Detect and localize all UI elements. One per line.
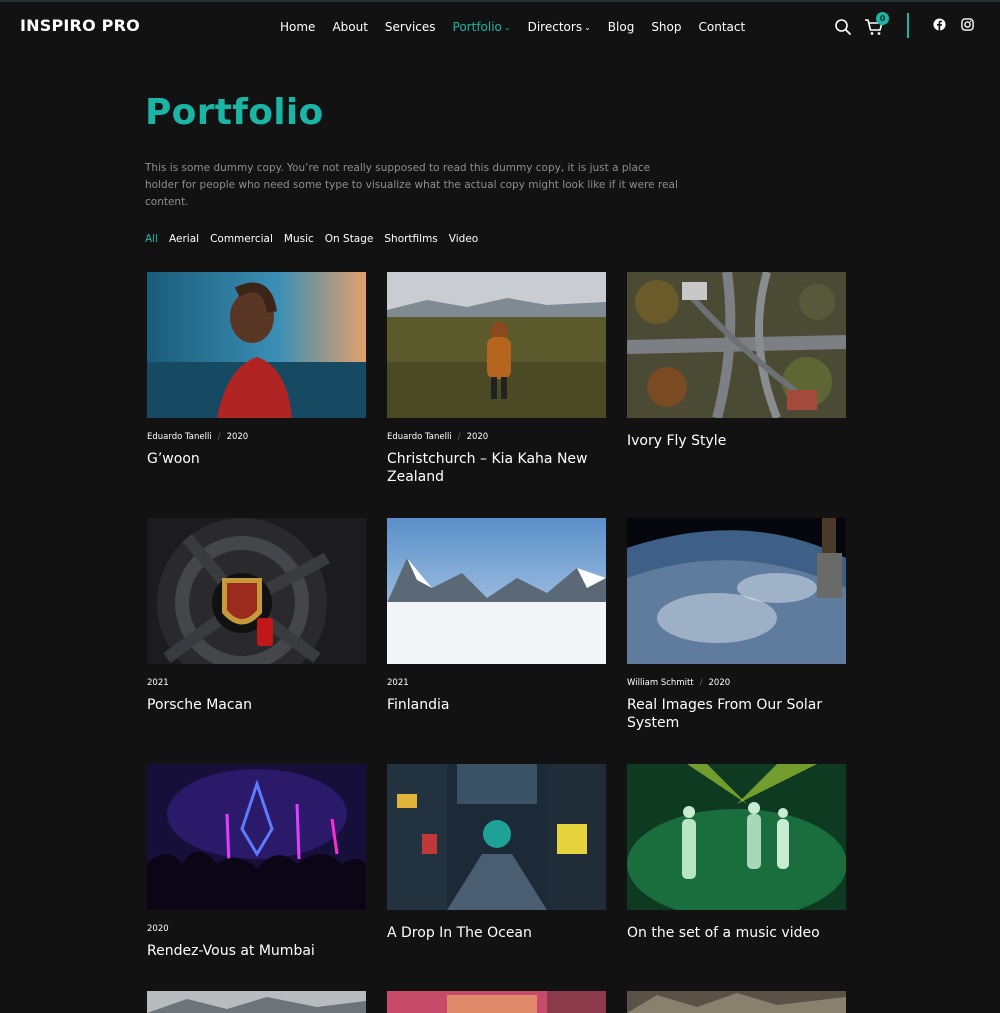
- card-title[interactable]: G’woon: [147, 450, 366, 468]
- card-title[interactable]: Real Images From Our Solar System: [627, 696, 846, 732]
- card-meta: 2021: [387, 678, 606, 690]
- nav-item-contact[interactable]: Contact: [699, 20, 746, 34]
- nav-item-label: Portfolio: [452, 20, 502, 34]
- portfolio-thumbnail[interactable]: [387, 991, 606, 1013]
- header-actions: 0: [834, 12, 994, 42]
- portfolio-thumbnail[interactable]: [387, 518, 606, 664]
- card-year: 2021: [147, 678, 169, 688]
- cart-count-badge: 0: [876, 12, 889, 25]
- nav-item-label: Home: [280, 20, 316, 34]
- meta-separator: /: [457, 432, 461, 442]
- portfolio-thumbnail[interactable]: [627, 764, 846, 910]
- portfolio-thumbnail[interactable]: [627, 518, 846, 664]
- card-title[interactable]: A Drop In The Ocean: [387, 924, 606, 942]
- site-header: INSPIRO PRO Home About Services Portfoli…: [0, 0, 1000, 56]
- portfolio-card[interactable]: On the set of a music video: [627, 764, 846, 942]
- card-meta: 2020: [147, 924, 366, 936]
- filter-on-stage[interactable]: On Stage: [325, 233, 374, 245]
- page-intro: This is some dummy copy. You’re not real…: [145, 162, 678, 208]
- card-year: 2020: [226, 432, 249, 442]
- portfolio-thumbnail[interactable]: [627, 991, 846, 1013]
- portfolio-thumbnail[interactable]: [627, 272, 846, 418]
- portfolio-thumbnail[interactable]: [387, 764, 606, 910]
- card-year: 2020: [708, 678, 731, 688]
- portfolio-card[interactable]: William Schmitt / 2020 Real Images From Ou…: [627, 518, 846, 732]
- nav-item-label: About: [332, 20, 368, 34]
- nav-item-label: Directors: [527, 20, 583, 34]
- nav-item-portfolio[interactable]: Portfolio ⌄: [453, 20, 511, 34]
- card-meta: 2021: [147, 678, 366, 690]
- card-author[interactable]: Eduardo Tanelli: [147, 432, 212, 442]
- nav-item-label: Shop: [651, 20, 682, 34]
- meta-separator: /: [217, 432, 221, 442]
- filter-shortfilms[interactable]: Shortfilms: [384, 233, 437, 245]
- nav-item-home[interactable]: Home: [280, 20, 315, 34]
- facebook-icon[interactable]: [933, 18, 946, 31]
- meta-separator: /: [699, 678, 703, 688]
- filter-video[interactable]: Video: [449, 233, 478, 245]
- portfolio-thumbnail[interactable]: [147, 272, 366, 418]
- card-title[interactable]: On the set of a music video: [627, 924, 846, 942]
- filter-commercial[interactable]: Commercial: [210, 233, 273, 245]
- page-title: Portfolio: [145, 92, 324, 133]
- portfolio-card[interactable]: 2021 Porsche Macan: [147, 518, 366, 714]
- nav-item-about[interactable]: About: [332, 20, 367, 34]
- portfolio-card[interactable]: [627, 991, 846, 1013]
- header-divider: [907, 13, 909, 38]
- filter-music[interactable]: Music: [284, 233, 314, 245]
- card-title[interactable]: Porsche Macan: [147, 696, 366, 714]
- portfolio-card[interactable]: Eduardo Tanelli / 2020 G’woon: [147, 272, 366, 468]
- card-year: 2020: [147, 924, 169, 934]
- portfolio-thumbnail[interactable]: [387, 272, 606, 418]
- nav-item-services[interactable]: Services: [385, 20, 436, 34]
- search-icon[interactable]: [834, 18, 852, 36]
- card-author[interactable]: Eduardo Tanelli: [387, 432, 452, 442]
- chevron-down-icon: ⌄: [584, 23, 591, 32]
- card-title[interactable]: Finlandia: [387, 696, 606, 714]
- nav-item-shop[interactable]: Shop: [651, 20, 681, 34]
- card-title[interactable]: Ivory Fly Style: [627, 432, 846, 450]
- portfolio-card[interactable]: A Drop In The Ocean: [387, 764, 606, 942]
- nav-item-directors[interactable]: Directors ⌄: [528, 20, 591, 34]
- card-author[interactable]: William Schmitt: [627, 678, 694, 688]
- card-meta: Eduardo Tanelli / 2020: [387, 432, 606, 444]
- chevron-down-icon: ⌄: [503, 23, 511, 32]
- portfolio-card[interactable]: 2020 Rendez-Vous at Mumbai: [147, 764, 366, 960]
- portfolio-card[interactable]: Eduardo Tanelli / 2020 Christchurch – Kia …: [387, 272, 606, 486]
- card-meta: William Schmitt / 2020: [627, 678, 846, 690]
- portfolio-filters: All Aerial Commercial Music On Stage Sho…: [145, 233, 489, 245]
- filter-all[interactable]: All: [145, 233, 158, 245]
- main-nav: Home About Services Portfolio ⌄ Directors…: [280, 20, 762, 34]
- card-title[interactable]: Rendez-Vous at Mumbai: [147, 942, 366, 960]
- card-year: 2021: [387, 678, 409, 688]
- nav-item-label: Services: [384, 20, 436, 34]
- card-meta: Eduardo Tanelli / 2020: [147, 432, 366, 444]
- nav-item-label: Blog: [607, 20, 635, 34]
- instagram-icon[interactable]: [961, 18, 974, 31]
- portfolio-card[interactable]: [147, 991, 366, 1013]
- nav-item-blog[interactable]: Blog: [608, 20, 635, 34]
- portfolio-card[interactable]: Ivory Fly Style: [627, 272, 846, 450]
- portfolio-card[interactable]: 2021 Finlandia: [387, 518, 606, 714]
- site-logo[interactable]: INSPIRO PRO: [20, 16, 140, 35]
- portfolio-thumbnail[interactable]: [147, 764, 366, 910]
- portfolio-card[interactable]: [387, 991, 606, 1013]
- nav-item-label: Contact: [698, 20, 746, 34]
- portfolio-thumbnail[interactable]: [147, 518, 366, 664]
- portfolio-thumbnail[interactable]: [147, 991, 366, 1013]
- filter-aerial[interactable]: Aerial: [169, 233, 199, 245]
- card-year: 2020: [466, 432, 489, 442]
- card-title[interactable]: Christchurch – Kia Kaha New Zealand: [387, 450, 606, 486]
